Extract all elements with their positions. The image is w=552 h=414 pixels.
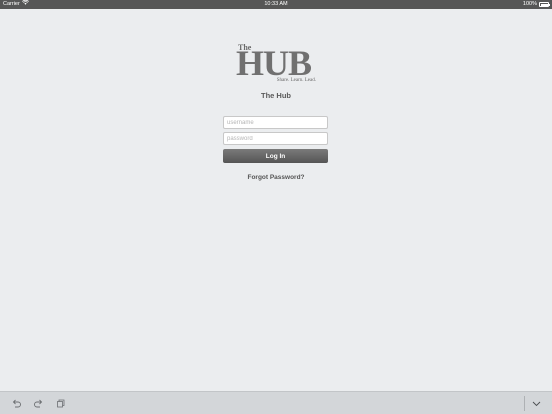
username-input[interactable] bbox=[223, 116, 328, 129]
hub-logo: The HUB Share. Learn. Lead. bbox=[236, 43, 320, 85]
app-title: The Hub bbox=[261, 91, 291, 100]
password-input[interactable] bbox=[223, 132, 328, 145]
login-button[interactable]: Log In bbox=[223, 149, 328, 163]
logo-hub-text: HUB bbox=[236, 43, 312, 83]
logo-tagline: Share. Learn. Lead. bbox=[276, 78, 316, 83]
redo-icon[interactable] bbox=[33, 398, 44, 409]
toolbar-divider bbox=[524, 396, 525, 411]
status-right: 100% bbox=[522, 0, 550, 9]
undo-icon[interactable] bbox=[11, 398, 22, 409]
battery-icon bbox=[539, 2, 550, 7]
battery-percent: 100% bbox=[522, 1, 537, 7]
chevron-down-icon[interactable] bbox=[531, 398, 542, 409]
status-bar: Carrier 10:33 AM 100% bbox=[0, 0, 552, 9]
bottom-toolbar bbox=[0, 391, 552, 414]
status-time: 10:33 AM bbox=[264, 1, 288, 7]
clipboard-icon[interactable] bbox=[55, 398, 66, 409]
forgot-password-link[interactable]: Forgot Password? bbox=[0, 174, 552, 181]
